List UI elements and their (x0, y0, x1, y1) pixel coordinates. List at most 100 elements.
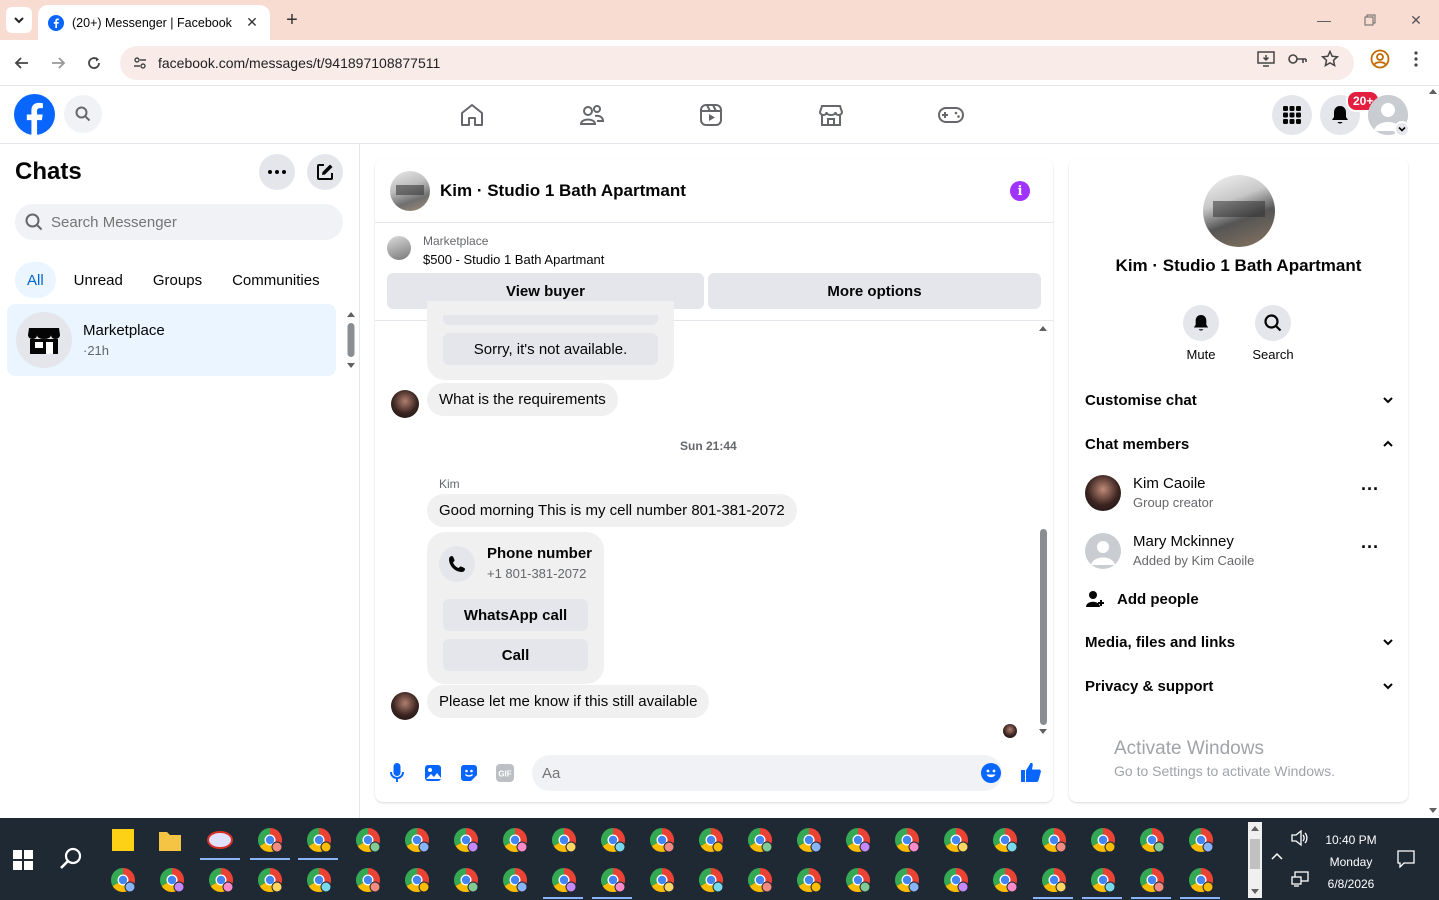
not-available-reply-button[interactable]: Sorry, it's not available. (443, 333, 658, 365)
menu-kebab-icon[interactable] (1405, 48, 1427, 70)
file-explorer-taskbar-icon[interactable] (159, 832, 181, 851)
chrome-taskbar-icon[interactable] (160, 868, 185, 893)
conversation-photo[interactable] (390, 170, 430, 211)
message-bubble[interactable]: What is the requirements (427, 383, 618, 416)
plus-icon[interactable]: + (282, 9, 302, 31)
taskbar-clock[interactable]: 10:40 PM Monday 6/8/2026 (1318, 829, 1384, 895)
chrome-taskbar-icon[interactable] (356, 828, 381, 853)
filter-all[interactable]: All (15, 262, 56, 298)
privacy-support-section[interactable]: Privacy & support (1085, 674, 1393, 698)
member-avatar[interactable] (1085, 475, 1121, 511)
more-options-button[interactable]: More options (708, 273, 1041, 309)
facebook-logo-icon[interactable] (14, 94, 55, 135)
chrome-taskbar-icon[interactable] (748, 828, 773, 853)
member-row[interactable]: Mary Mckinney Added by Kim Caoile ··· (1085, 533, 1393, 577)
chrome-taskbar-icon[interactable] (1189, 828, 1214, 853)
whatsapp-call-button[interactable]: WhatsApp call (443, 599, 588, 631)
customise-chat-section[interactable]: Customise chat (1085, 388, 1393, 412)
add-people-button[interactable]: Add people (1085, 587, 1393, 611)
network-icon[interactable] (1291, 871, 1309, 887)
tab-search-button[interactable] (6, 7, 32, 33)
chrome-taskbar-icon[interactable] (601, 828, 626, 853)
chrome-taskbar-icon[interactable] (699, 868, 724, 893)
close-icon[interactable]: ✕ (244, 14, 260, 31)
chrome-taskbar-icon[interactable] (650, 828, 675, 853)
taskbar-search-icon[interactable] (58, 846, 84, 872)
bookmark-star-icon[interactable] (1319, 48, 1341, 70)
chrome-taskbar-icon[interactable] (748, 868, 773, 893)
conversation-scroll-thumb[interactable] (1040, 529, 1047, 725)
thumbs-up-icon[interactable] (1020, 761, 1042, 783)
kim-avatar[interactable] (391, 692, 419, 720)
chrome-taskbar-icon[interactable] (405, 868, 430, 893)
chrome-taskbar-icon[interactable] (454, 868, 479, 893)
chrome-taskbar-icon[interactable] (846, 828, 871, 853)
listing-thumbnail[interactable] (387, 236, 411, 260)
page-scrollbar[interactable] (1427, 86, 1439, 818)
notification-center-icon[interactable] (1397, 850, 1415, 868)
listing-title[interactable]: $500 - Studio 1 Bath Apartmant (423, 252, 604, 267)
account-caret[interactable] (1394, 121, 1410, 137)
close-window-icon[interactable]: ✕ (1404, 8, 1428, 32)
chrome-taskbar-icon[interactable] (307, 868, 332, 893)
chrome-taskbar-icon[interactable] (894, 868, 920, 893)
chrome-taskbar-icon[interactable] (552, 828, 577, 853)
chats-options-button[interactable] (259, 154, 295, 190)
sticky-notes-taskbar-icon[interactable] (112, 829, 134, 851)
chrome-taskbar-icon[interactable] (797, 868, 822, 893)
chrome-taskbar-icon[interactable] (846, 868, 871, 893)
chrome-taskbar-icon[interactable] (650, 868, 675, 893)
site-info-icon[interactable] (130, 53, 150, 73)
nav-gaming[interactable] (931, 98, 971, 132)
facebook-search-button[interactable] (64, 95, 102, 133)
forward-icon[interactable] (46, 51, 70, 75)
chat-photo[interactable] (1203, 175, 1275, 247)
member-row[interactable]: Kim Caoile Group creator ··· (1085, 475, 1393, 519)
more-horizontal-icon[interactable]: ··· (1355, 537, 1385, 557)
chrome-taskbar-icon[interactable] (453, 828, 479, 853)
app-taskbar-icon[interactable] (207, 831, 233, 849)
nav-video[interactable] (691, 98, 731, 132)
browser-tab[interactable]: (20+) Messenger | Facebook ✕ (38, 5, 270, 40)
auto-reply-option[interactable] (443, 315, 658, 325)
taskbar-scrollbar[interactable] (1248, 822, 1262, 898)
chrome-taskbar-icon[interactable] (307, 828, 332, 853)
chrome-taskbar-icon[interactable] (944, 828, 969, 853)
emoji-icon[interactable] (981, 763, 1001, 783)
chrome-taskbar-icon[interactable] (699, 828, 724, 853)
message-input[interactable] (542, 764, 962, 782)
chrome-taskbar-icon[interactable] (993, 828, 1018, 853)
chrome-taskbar-icon[interactable] (1042, 828, 1067, 853)
new-message-button[interactable] (307, 154, 343, 190)
filter-communities[interactable]: Communities (220, 262, 332, 298)
messenger-search[interactable] (15, 204, 343, 240)
call-button[interactable]: Call (443, 639, 588, 671)
message-bubble[interactable]: Good morning This is my cell number 801-… (427, 494, 797, 527)
filter-groups[interactable]: Groups (141, 262, 214, 298)
gif-icon[interactable]: GIF (495, 763, 515, 783)
chrome-taskbar-icon[interactable] (258, 868, 283, 893)
info-icon[interactable]: i (1010, 181, 1030, 201)
messenger-search-input[interactable] (51, 213, 311, 231)
kim-avatar[interactable] (391, 390, 419, 418)
chrome-taskbar-icon[interactable] (209, 868, 234, 893)
conversation-title[interactable]: Kim · Studio 1 Bath Apartmant (440, 181, 686, 201)
mute-button[interactable]: Mute (1171, 305, 1231, 362)
show-hidden-icons[interactable] (1271, 852, 1283, 860)
chrome-taskbar-icon[interactable] (797, 828, 822, 853)
microphone-icon[interactable] (387, 763, 407, 783)
profile-icon[interactable] (1369, 48, 1391, 70)
nav-home[interactable] (452, 98, 492, 132)
chrome-taskbar-icon[interactable] (111, 868, 136, 893)
password-key-icon[interactable] (1287, 48, 1309, 70)
chrome-taskbar-icon[interactable] (1140, 828, 1165, 853)
chrome-taskbar-icon[interactable] (992, 868, 1018, 893)
back-icon[interactable] (10, 51, 34, 75)
nav-friends[interactable] (572, 98, 612, 132)
filter-unread[interactable]: Unread (62, 262, 135, 298)
chrome-taskbar-icon[interactable] (1091, 828, 1116, 853)
chat-members-section[interactable]: Chat members (1085, 432, 1393, 456)
photo-icon[interactable] (423, 763, 443, 783)
chrome-taskbar-icon[interactable] (258, 828, 283, 853)
chrome-taskbar-icon[interactable] (405, 828, 430, 853)
